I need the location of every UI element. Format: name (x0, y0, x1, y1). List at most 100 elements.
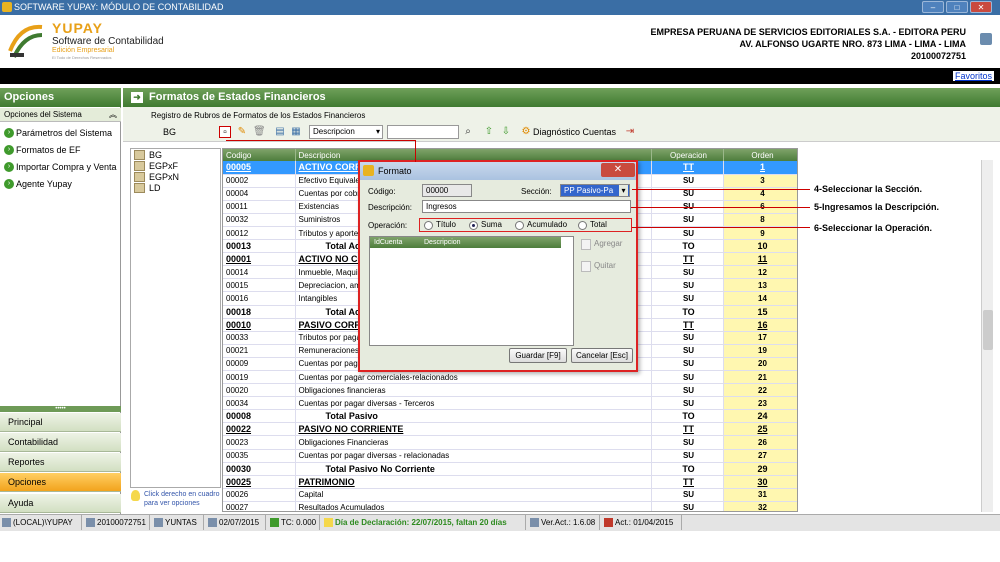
cell-codigo[interactable]: 00026 (223, 488, 296, 502)
cell-codigo[interactable]: 00004 (223, 187, 296, 201)
cell-operacion[interactable]: TO (651, 305, 724, 319)
cell-operacion[interactable]: SU (651, 291, 724, 306)
table-row[interactable]: 00035 Cuentas por pagar diversas - relaci… (223, 449, 797, 463)
cell-operacion[interactable]: TT (651, 318, 724, 332)
cell-orden[interactable]: 29 (723, 462, 797, 476)
cell-descripcion[interactable]: Resultados Acumulados (295, 501, 652, 511)
cell-orden[interactable]: 11 (723, 252, 797, 267)
cell-orden[interactable]: 17 (723, 331, 797, 345)
cell-operacion[interactable]: SU (651, 370, 724, 385)
arrow-down-icon[interactable]: ⇩ (500, 126, 512, 138)
table-row[interactable]: 00019 Cuentas por pagar comerciales-relac… (223, 370, 797, 385)
vertical-scrollbar[interactable] (981, 160, 993, 512)
sidebar-item-formatos[interactable]: › Formatos de EF (2, 143, 81, 157)
cell-codigo[interactable]: 00035 (223, 449, 296, 463)
table-row[interactable]: 00027 Resultados Acumulados SU 32 (223, 501, 797, 511)
sidebar-section[interactable]: Opciones del Sistema ︽ (0, 108, 121, 122)
cell-orden[interactable]: 20 (723, 357, 797, 372)
cell-operacion[interactable]: SU (651, 344, 724, 358)
cell-codigo[interactable]: 00033 (223, 331, 296, 345)
cell-codigo[interactable]: 00027 (223, 501, 296, 511)
cell-codigo[interactable]: 00008 (223, 409, 296, 424)
sidebar-item-parametros[interactable]: › Parámetros del Sistema (2, 126, 112, 140)
col-header-orden[interactable]: Orden (723, 149, 797, 161)
cell-orden[interactable]: 14 (723, 291, 797, 306)
cell-operacion[interactable]: TO (651, 462, 724, 476)
maximize-button[interactable]: □ (946, 1, 968, 13)
cell-descripcion[interactable]: Total Pasivo No Corriente (295, 462, 652, 476)
tree-node-ld[interactable]: LD (134, 182, 161, 194)
table-row[interactable]: 00022 PASIVO NO CORRIENTE TT 25 (223, 422, 797, 437)
cell-operacion[interactable]: SU (651, 357, 724, 372)
new-icon[interactable]: ▫ (219, 126, 231, 138)
cell-operacion[interactable]: SU (651, 213, 724, 227)
table-row[interactable]: 00020 Obligaciones financieras SU 22 (223, 383, 797, 398)
cell-operacion[interactable]: SU (651, 331, 724, 345)
exit-icon[interactable]: ⇥ (624, 126, 636, 138)
cell-orden[interactable]: 23 (723, 396, 797, 411)
cell-orden[interactable]: 22 (723, 383, 797, 398)
cell-codigo[interactable]: 00032 (223, 213, 296, 227)
scrollbar-thumb[interactable] (983, 310, 993, 350)
cell-operacion[interactable]: SU (651, 265, 724, 280)
edit-icon[interactable]: ✎ (236, 126, 248, 138)
sidebar-splitter[interactable]: ••••• (0, 406, 121, 412)
cell-orden[interactable]: 24 (723, 409, 797, 424)
cell-orden[interactable]: 9 (723, 226, 797, 241)
cell-operacion[interactable]: SU (651, 174, 724, 188)
cell-orden[interactable]: 21 (723, 370, 797, 385)
cell-codigo[interactable]: 00019 (223, 370, 296, 385)
cell-orden[interactable]: 3 (723, 174, 797, 188)
cell-codigo[interactable]: 00025 (223, 475, 296, 489)
cell-orden[interactable]: 26 (723, 435, 797, 450)
cell-orden[interactable]: 12 (723, 265, 797, 280)
print-icon[interactable]: ▦ (290, 126, 302, 138)
cell-operacion[interactable]: SU (651, 278, 724, 293)
cell-codigo[interactable]: 00010 (223, 318, 296, 332)
dialog-close-button[interactable]: ✕ (601, 163, 635, 177)
cell-codigo[interactable]: 00022 (223, 422, 296, 437)
sidebar-item-importar[interactable]: › Importar Compra y Venta (2, 160, 117, 174)
cell-orden[interactable]: 15 (723, 305, 797, 319)
table-row[interactable]: 00030 Total Pasivo No Corriente TO 29 (223, 462, 797, 476)
cell-codigo[interactable]: 00011 (223, 200, 296, 214)
table-row[interactable]: 00023 Obligaciones Financieras SU 26 (223, 435, 797, 450)
minimize-button[interactable]: – (922, 1, 944, 13)
cuentas-list[interactable] (369, 236, 574, 346)
export-icon[interactable]: ▤ (274, 126, 286, 138)
cell-orden[interactable]: 27 (723, 449, 797, 463)
cell-orden[interactable]: 13 (723, 278, 797, 293)
cell-descripcion[interactable]: PATRIMONIO (295, 475, 652, 489)
cell-codigo[interactable]: 00018 (223, 305, 296, 319)
table-row[interactable]: 00025 PATRIMONIO TT 30 (223, 475, 797, 489)
cell-descripcion[interactable]: Cuentas por pagar diversas - Terceros (295, 396, 652, 411)
cell-codigo[interactable]: 00013 (223, 239, 296, 254)
col-header-codigo[interactable]: Codigo (223, 149, 296, 161)
cell-orden[interactable]: 16 (723, 318, 797, 332)
cell-operacion[interactable]: SU (651, 449, 724, 463)
codigo-field[interactable]: 00000 (422, 184, 472, 197)
cell-operacion[interactable]: TT (651, 252, 724, 267)
cell-operacion[interactable]: SU (651, 226, 724, 241)
radio-suma[interactable]: Suma (469, 219, 502, 231)
cell-descripcion[interactable]: Capital (295, 488, 652, 502)
col-header-operacion[interactable]: Operacion (651, 149, 724, 161)
cell-codigo[interactable]: 00030 (223, 462, 296, 476)
cell-codigo[interactable]: 00001 (223, 252, 296, 267)
cell-operacion[interactable]: TO (651, 409, 724, 424)
quitar-button[interactable]: Quitar (581, 261, 616, 272)
cell-orden[interactable]: 25 (723, 422, 797, 437)
cell-descripcion[interactable]: Total Pasivo (295, 409, 652, 424)
sidebar-item-agente[interactable]: › Agente Yupay (2, 177, 72, 191)
cell-codigo[interactable]: 00023 (223, 435, 296, 450)
binoculars-icon[interactable]: ⌕ (462, 126, 474, 138)
cell-codigo[interactable]: 00005 (223, 161, 296, 175)
delete-icon[interactable]: 🗑 (253, 126, 266, 138)
cell-descripcion[interactable]: Cuentas por pagar comerciales-relacionad… (295, 370, 652, 385)
cell-operacion[interactable]: TT (651, 475, 724, 489)
table-row[interactable]: 00034 Cuentas por pagar diversas - Tercer… (223, 396, 797, 411)
cell-operacion[interactable]: TO (651, 239, 724, 254)
cell-codigo[interactable]: 00015 (223, 278, 296, 293)
cell-orden[interactable]: 8 (723, 213, 797, 227)
radio-acumulado[interactable]: Acumulado (515, 219, 567, 231)
